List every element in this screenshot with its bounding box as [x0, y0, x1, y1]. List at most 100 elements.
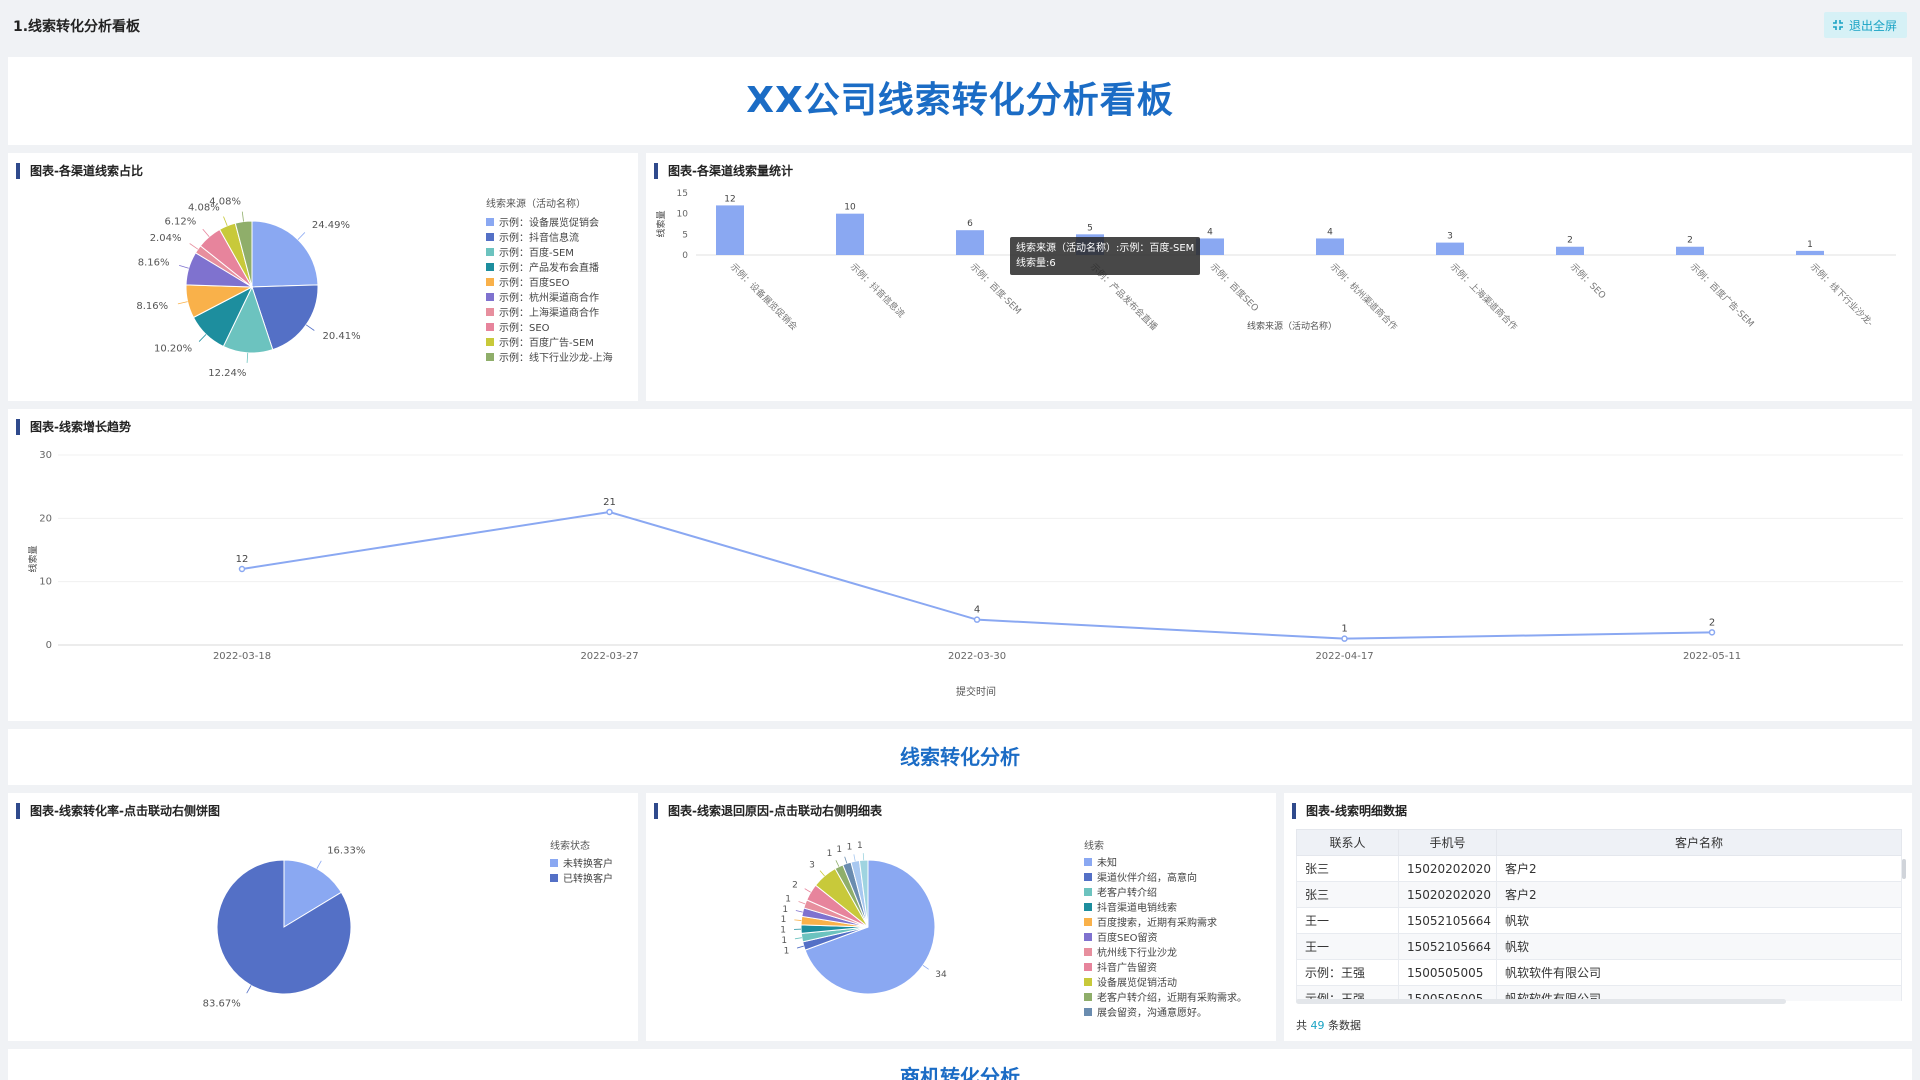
x-tick-label: 2022-03-18 — [213, 651, 271, 662]
column-header[interactable]: 联系人 — [1296, 829, 1399, 856]
x-tick-label: 示例：上海渠道商合作 — [1448, 261, 1520, 333]
channel-share-pie-chart[interactable]: 24.49% 20.41% 12.24% 10.20% 8.16% 8.16% 2.04% 6… — [8, 183, 478, 401]
slice-label: 20.41% — [323, 331, 361, 342]
slice-label: 2 — [792, 880, 798, 890]
bar[interactable] — [1196, 238, 1224, 255]
y-tick-label: 10 — [39, 577, 52, 588]
legend-item[interactable]: 抖音广告留资 — [1084, 959, 1247, 974]
bar[interactable] — [1676, 246, 1704, 255]
section-title-next: 商机转化分析 — [900, 1065, 1020, 1080]
legend-item[interactable]: 杭州线下行业沙龙 — [1084, 944, 1247, 959]
return-reason-pie-chart[interactable]: 34111111231 1 1 1 — [646, 823, 1076, 1041]
legend-title: 线索状态 — [550, 841, 590, 852]
legend-label: 示例：杭州渠道商合作 — [499, 293, 599, 304]
legend-item[interactable]: 示例：线下行业沙龙-上海 — [486, 349, 613, 364]
legend-title: 线索 — [1084, 841, 1104, 852]
data-point[interactable] — [973, 616, 981, 623]
column-header[interactable]: 客户名称 — [1496, 829, 1902, 856]
label-leader-line — [241, 211, 244, 222]
table-row[interactable]: 王一 15052105664 帆软 — [1296, 907, 1902, 934]
channel-count-title: 图表-各渠道线索量统计 — [654, 163, 793, 179]
legend-item[interactable]: 示例：产品发布会直播 — [486, 259, 613, 274]
legend-swatch — [550, 858, 558, 867]
data-point[interactable] — [1341, 635, 1348, 642]
data-point[interactable] — [1708, 629, 1716, 636]
label-leader-line — [189, 243, 199, 250]
growth-trend-panel: 图表-线索增长趋势 30 20 10 0 线索量 12 2022-03-18 21 2022-0… — [8, 409, 1912, 721]
legend-item[interactable]: 示例：SEO — [486, 319, 613, 334]
slice-label: 1 — [857, 841, 863, 851]
bar-value-label: 5 — [1087, 223, 1093, 233]
legend-label: 百度搜索，近期有采购需求 — [1097, 918, 1217, 929]
label-leader-line — [796, 945, 804, 949]
legend-label: 抖音广告留资 — [1097, 963, 1157, 974]
legend-item[interactable]: 老客户转介绍 — [1084, 884, 1247, 899]
fullscreen-exit-icon — [1832, 20, 1843, 30]
label-leader-line — [305, 324, 315, 331]
legend-item[interactable]: 示例：杭州渠道商合作 — [486, 289, 613, 304]
y-tick-label: 10 — [677, 210, 689, 220]
legend-item[interactable]: 设备展览促销活动 — [1084, 974, 1247, 989]
growth-trend-line-chart[interactable]: 3020100线索量 122022-03-18212022-03-2742022-… — [8, 439, 1912, 721]
label-leader-line — [798, 901, 806, 905]
legend-item[interactable]: 未转换客户 — [550, 855, 613, 870]
channel-share-legend: 线索来源（活动名称） 示例：设备展览促销会 示例：抖音信息流 示例：百度-SEM 示例… — [486, 195, 613, 364]
channel-count-bar-chart[interactable]: 151050线索量12示例：设备展览促销会10示例：抖音信息流6示例：百度-SE… — [646, 183, 1912, 401]
bar[interactable] — [1316, 238, 1344, 255]
legend-item[interactable]: 已转换客户 — [550, 870, 613, 885]
legend-item[interactable]: 百度搜索，近期有采购需求 — [1084, 914, 1247, 929]
legend-label: 示例：线下行业沙龙-上海 — [499, 353, 613, 364]
table-cell: 张三 — [1296, 881, 1399, 908]
legend-item[interactable]: 示例：设备展览促销会 — [486, 214, 613, 229]
exit-fullscreen-button[interactable]: 退出全屏 — [1823, 12, 1907, 38]
bar[interactable] — [836, 213, 864, 255]
legend-swatch — [486, 307, 494, 316]
bar[interactable] — [1556, 246, 1584, 255]
label-leader-line — [835, 860, 840, 867]
slice-label: 1 — [784, 946, 790, 956]
bar[interactable] — [956, 230, 984, 255]
legend-label: 示例：设备展览促销会 — [499, 218, 599, 229]
column-header[interactable]: 手机号 — [1398, 829, 1497, 856]
conversion-rate-pie-chart[interactable]: 16.33% 83.67% — [8, 823, 508, 1041]
table-cell: 15020202020 — [1398, 855, 1497, 882]
legend-item[interactable]: 展会留资，沟通意愿好。 — [1084, 1004, 1247, 1019]
table-row[interactable]: 王一 15052105664 帆软 — [1296, 933, 1902, 960]
y-tick-label: 0 — [682, 251, 688, 261]
legend-item[interactable]: 示例：抖音信息流 — [486, 229, 613, 244]
slice-label: 1 — [782, 905, 788, 915]
bar-value-label: 10 — [844, 203, 856, 213]
table-row[interactable]: 张三 15020202020 客户2 — [1296, 855, 1902, 882]
label-leader-line — [922, 965, 929, 970]
table-row[interactable]: 示例：王强 1500505005 帆软软件有限公司 — [1296, 959, 1902, 986]
legend-item[interactable]: 示例：百度SEO — [486, 274, 613, 289]
legend-swatch — [1084, 992, 1092, 1001]
legend-item[interactable]: 老客户转介绍，近期有采购需求。 — [1084, 989, 1247, 1004]
data-point[interactable] — [238, 565, 246, 573]
legend-item[interactable]: 抖音渠道电销线索 — [1084, 899, 1247, 914]
legend-item[interactable]: 示例：上海渠道商合作 — [486, 304, 613, 319]
detail-table-wrapper[interactable]: 联系人 手机号 客户名称 张三 15020202020 客户2 张三 150202020… — [1296, 829, 1902, 1001]
label-leader-line — [179, 264, 189, 269]
horizontal-scrollbar[interactable] — [1296, 999, 1786, 1004]
data-point[interactable] — [606, 508, 613, 516]
slice-label: 16.33% — [327, 845, 365, 856]
vertical-scrollbar[interactable] — [1902, 859, 1906, 879]
slice-label: 1 — [827, 849, 833, 859]
legend-item[interactable]: 百度SEO留资 — [1084, 929, 1247, 944]
legend-item[interactable]: 示例：百度广告-SEM — [486, 334, 613, 349]
legend-item[interactable]: 示例：百度-SEM — [486, 244, 613, 259]
conversion-section-header: 线索转化分析 — [8, 729, 1912, 785]
bar[interactable] — [1436, 242, 1464, 255]
legend-swatch — [1084, 1007, 1092, 1016]
label-leader-line — [853, 854, 856, 862]
bar[interactable] — [716, 205, 744, 255]
legend-item[interactable]: 渠道伙伴介绍，高意向 — [1084, 869, 1247, 884]
point-value-label: 1 — [1341, 624, 1347, 635]
legend-item[interactable]: 未知 — [1084, 854, 1247, 869]
pie-slice[interactable] — [251, 220, 319, 288]
label-leader-line — [316, 860, 322, 869]
label-leader-line — [794, 937, 802, 940]
bar[interactable] — [1796, 250, 1824, 255]
table-row[interactable]: 张三 15020202020 客户2 — [1296, 881, 1902, 908]
